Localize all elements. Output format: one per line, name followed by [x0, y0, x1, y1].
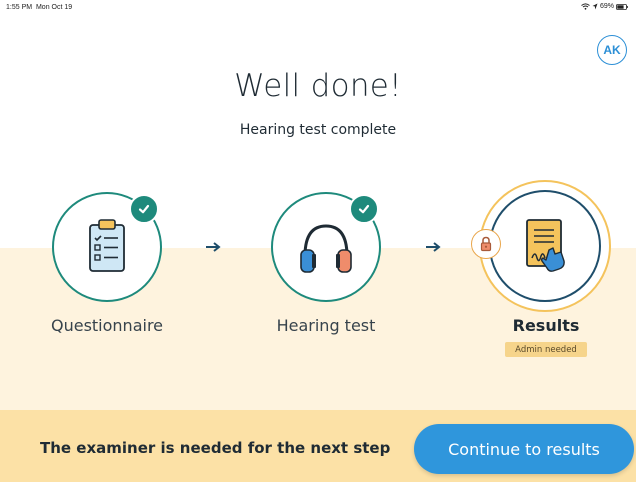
step-label-hearing-test: Hearing test — [276, 316, 376, 335]
hearing-test-complete-check-icon — [349, 194, 379, 224]
continue-to-results-button[interactable]: Continue to results — [414, 424, 634, 474]
continue-button-label: Continue to results — [448, 439, 600, 459]
status-date: Mon Oct 19 — [35, 4, 73, 11]
admin-needed-badge: Admin needed — [505, 342, 587, 357]
status-bar: 1:55 PM Mon Oct 19 69% — [0, 0, 636, 16]
user-avatar[interactable]: AK — [597, 35, 627, 65]
step-label-results: Results — [512, 316, 580, 335]
step-label-questionnaire: Questionnaire — [50, 316, 164, 335]
arrow-right-icon — [206, 242, 221, 252]
page-subtitle: Hearing test complete — [239, 122, 397, 138]
status-clock: 1:55 PM — [6, 4, 33, 11]
page-title: Well done! — [234, 68, 402, 104]
battery-percent: 69% — [599, 3, 614, 10]
user-initials: AK — [603, 43, 621, 57]
arrow-right-icon — [426, 242, 441, 252]
questionnaire-complete-check-icon — [129, 194, 159, 224]
step-results[interactable] — [489, 190, 601, 302]
location-arrow-icon — [592, 3, 598, 10]
battery-icon — [616, 3, 628, 10]
lock-icon — [471, 229, 501, 259]
footer-message: The examiner is needed for the next step — [40, 439, 391, 457]
signed-document-icon — [525, 218, 565, 272]
status-indicators: 69% — [581, 3, 628, 10]
wifi-icon — [581, 3, 590, 10]
status-time: 1:55 PM Mon Oct 19 — [6, 4, 72, 11]
